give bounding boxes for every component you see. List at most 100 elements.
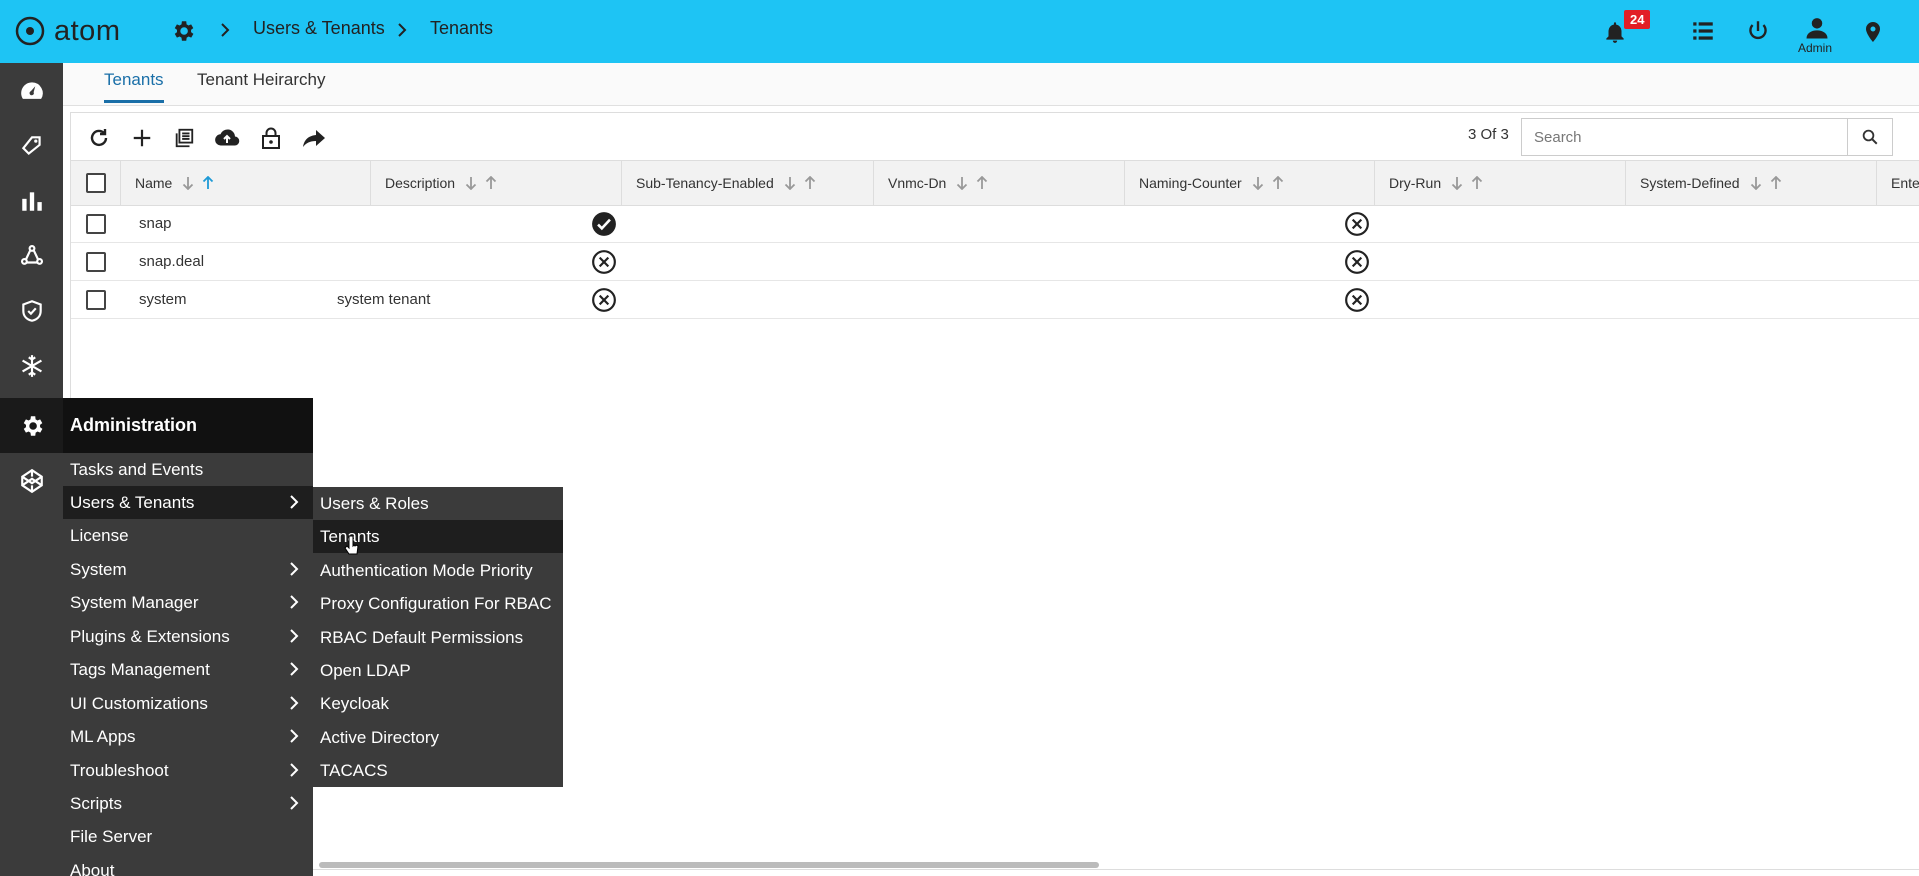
tenant-description: system tenant xyxy=(337,291,431,308)
menu-item-about[interactable]: About xyxy=(63,854,313,876)
menu-item-system[interactable]: System xyxy=(63,553,313,586)
select-all-checkbox[interactable] xyxy=(85,173,106,193)
breadcrumb-separator-icon xyxy=(218,22,232,43)
submenu-item-rbac-default-permissions[interactable]: RBAC Default Permissions xyxy=(313,621,563,654)
row-checkbox[interactable] xyxy=(86,251,106,272)
menu-item-system-manager[interactable]: System Manager xyxy=(63,586,313,619)
column-header-naming-counter[interactable]: Naming-Counter xyxy=(1125,161,1375,205)
menu-item-file-server[interactable]: File Server xyxy=(63,820,313,853)
power-icon[interactable] xyxy=(1745,18,1771,49)
column-header-vnmc-dn[interactable]: Vnmc-Dn xyxy=(874,161,1125,205)
breadcrumb-settings-icon[interactable] xyxy=(170,18,196,49)
tenant-name: snap xyxy=(139,215,172,232)
tab-tenant-heirarchy[interactable]: Tenant Heirarchy xyxy=(197,70,326,100)
sort-descending-icon[interactable] xyxy=(1252,176,1264,190)
dashboard-icon xyxy=(20,81,43,99)
codepen-icon xyxy=(20,468,43,493)
submenu-item-open-ldap[interactable]: Open LDAP xyxy=(313,654,563,687)
sort-descending-icon[interactable] xyxy=(1451,176,1463,190)
x-circle-icon xyxy=(1344,205,1370,242)
row-checkbox[interactable] xyxy=(86,289,106,310)
tenant-name: system xyxy=(139,291,187,308)
location-pin-icon[interactable] xyxy=(1861,18,1885,51)
users-tenants-submenu: Users & Roles Tenants Authentication Mod… xyxy=(313,487,563,787)
x-circle-icon xyxy=(1344,243,1370,280)
chevron-right-icon xyxy=(290,796,299,810)
menu-item-tasks-and-events[interactable]: Tasks and Events xyxy=(63,453,313,486)
submenu-item-keycloak[interactable]: Keycloak xyxy=(313,687,563,720)
top-bar: atom Users & Tenants Tenants 24 Admin xyxy=(0,0,1919,63)
submenu-item-authentication-mode-priority[interactable]: Authentication Mode Priority xyxy=(313,554,563,587)
column-header-description[interactable]: Description xyxy=(371,161,622,205)
column-header-dry-run[interactable]: Dry-Run xyxy=(1375,161,1626,205)
menu-item-license[interactable]: License xyxy=(63,519,313,552)
sort-descending-icon[interactable] xyxy=(1750,176,1762,190)
column-header-system-defined[interactable]: System-Defined xyxy=(1626,161,1877,205)
sidebar-item-tags[interactable] xyxy=(0,118,63,173)
sidebar-item-network[interactable] xyxy=(0,228,63,283)
sort-descending-icon[interactable] xyxy=(465,176,477,190)
row-checkbox[interactable] xyxy=(86,213,106,234)
copy-button[interactable] xyxy=(169,123,199,153)
sort-ascending-icon[interactable] xyxy=(976,176,988,190)
shield-icon xyxy=(21,299,42,322)
share-button[interactable] xyxy=(299,123,329,153)
sidebar-item-analytics[interactable] xyxy=(0,173,63,228)
column-header-enterprise[interactable]: Enterprise-I xyxy=(1877,161,1919,205)
refresh-button[interactable] xyxy=(84,123,114,153)
x-circle-icon xyxy=(1344,281,1370,318)
menu-item-ml-apps[interactable]: ML Apps xyxy=(63,720,313,753)
app-logo[interactable]: atom xyxy=(14,14,120,48)
table-row[interactable]: snap.deal xyxy=(71,243,1919,281)
sort-ascending-icon[interactable] xyxy=(485,176,497,190)
submenu-item-tacacs[interactable]: TACACS xyxy=(313,754,563,787)
submenu-item-users-roles[interactable]: Users & Roles xyxy=(313,487,563,520)
horizontal-scrollbar[interactable] xyxy=(319,862,1099,868)
app-name: atom xyxy=(54,14,121,47)
network-icon xyxy=(20,244,43,265)
tab-tenants[interactable]: Tenants xyxy=(104,70,164,103)
chevron-right-icon xyxy=(290,629,299,643)
menu-item-scripts[interactable]: Scripts xyxy=(63,787,313,820)
table-row[interactable]: system system tenant xyxy=(71,281,1919,319)
upload-icon xyxy=(215,129,240,146)
sidebar-item-apps[interactable] xyxy=(0,453,63,508)
table-row[interactable]: snap xyxy=(71,205,1919,243)
menu-item-ui-customizations[interactable]: UI Customizations xyxy=(63,687,313,720)
add-button[interactable] xyxy=(127,123,157,153)
upload-button[interactable] xyxy=(212,123,242,153)
search-button[interactable] xyxy=(1847,118,1893,156)
menu-item-troubleshoot[interactable]: Troubleshoot xyxy=(63,754,313,787)
lock-button[interactable] xyxy=(256,123,286,153)
chevron-right-icon xyxy=(290,763,299,777)
sidebar xyxy=(0,63,63,876)
copy-icon xyxy=(175,128,194,148)
sidebar-item-dashboard[interactable] xyxy=(0,63,63,118)
sort-ascending-icon[interactable] xyxy=(1770,176,1782,190)
submenu-item-proxy-configuration[interactable]: Proxy Configuration For RBAC xyxy=(313,587,563,620)
column-header-sub-tenancy-enabled[interactable]: Sub-Tenancy-Enabled xyxy=(622,161,874,205)
sidebar-item-freeze[interactable] xyxy=(0,338,63,393)
sort-descending-icon[interactable] xyxy=(784,176,796,190)
menu-item-plugins-extensions[interactable]: Plugins & Extensions xyxy=(63,620,313,653)
notification-count-badge: 24 xyxy=(1624,10,1651,29)
column-header-name[interactable]: Name xyxy=(121,161,371,205)
sidebar-item-administration[interactable] xyxy=(0,398,63,453)
menu-item-tags-management[interactable]: Tags Management xyxy=(63,653,313,686)
sort-ascending-icon[interactable] xyxy=(804,176,816,190)
sort-ascending-icon[interactable] xyxy=(1471,176,1483,190)
sidebar-item-security[interactable] xyxy=(0,283,63,338)
breadcrumb-item-users-tenants[interactable]: Users & Tenants xyxy=(253,18,385,39)
list-view-icon[interactable] xyxy=(1690,18,1716,49)
menu-item-users-tenants[interactable]: Users & Tenants xyxy=(63,486,313,519)
sort-ascending-icon[interactable] xyxy=(202,176,214,190)
sort-descending-icon[interactable] xyxy=(182,176,194,190)
submenu-item-active-directory[interactable]: Active Directory xyxy=(313,721,563,754)
tenant-name: snap.deal xyxy=(139,253,205,270)
x-circle-icon xyxy=(591,281,617,318)
sort-ascending-icon[interactable] xyxy=(1272,176,1284,190)
administration-menu-header: Administration xyxy=(63,398,313,453)
sort-descending-icon[interactable] xyxy=(956,176,968,190)
search-input[interactable] xyxy=(1521,118,1848,156)
gear-icon xyxy=(23,415,42,436)
